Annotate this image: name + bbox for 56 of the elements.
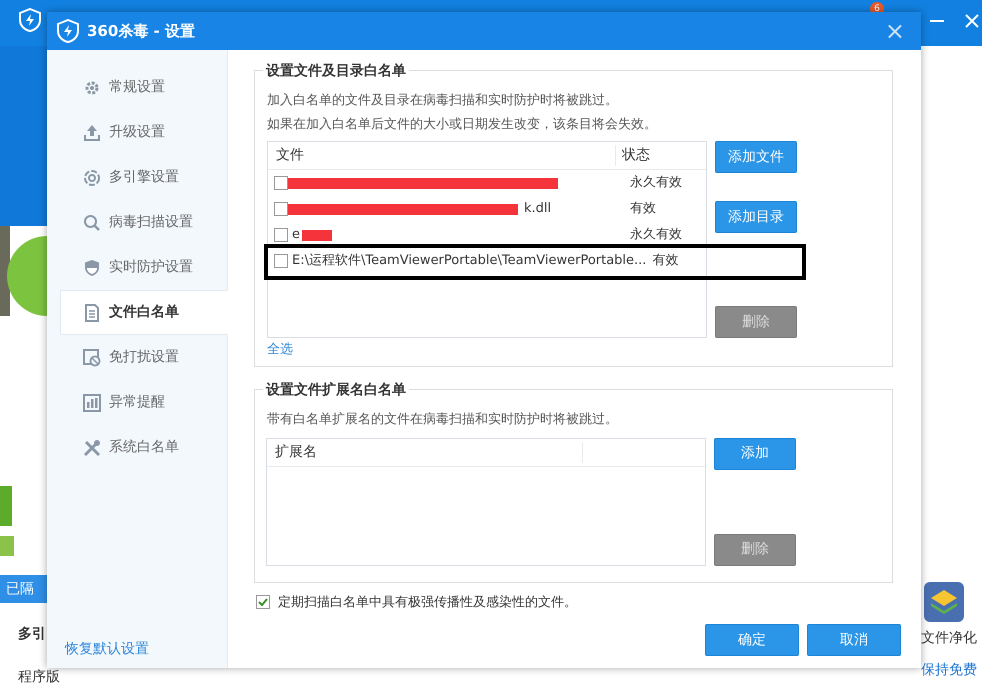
sidebar-item[interactable]: 升级设置 bbox=[60, 110, 227, 155]
shield-icon bbox=[83, 258, 101, 276]
file-path: k.dll bbox=[523, 200, 552, 218]
engine-label: 多引 bbox=[18, 625, 46, 644]
window-title: 360杀毒 - 设置 bbox=[87, 20, 195, 42]
status-text: 有效 bbox=[629, 200, 657, 218]
shield-icon bbox=[19, 8, 41, 32]
sidebar-item[interactable]: 常规设置 bbox=[60, 65, 227, 110]
checkbox[interactable] bbox=[274, 202, 288, 216]
close-button[interactable]: × bbox=[878, 19, 911, 43]
upload-icon bbox=[83, 124, 101, 142]
status-text: 永久有效 bbox=[629, 174, 683, 192]
check-icon bbox=[258, 597, 268, 608]
column-header: 文件 bbox=[268, 145, 616, 166]
layers-icon bbox=[924, 582, 964, 622]
cancel-button[interactable]: 取消 bbox=[807, 624, 901, 656]
tools-icon bbox=[83, 438, 101, 456]
select-all-link[interactable]: 全选 bbox=[267, 340, 293, 360]
sidebar-item[interactable]: 文件白名单 bbox=[60, 290, 228, 335]
status-text: 有效 bbox=[651, 252, 680, 270]
search-icon bbox=[83, 214, 101, 232]
checkbox[interactable] bbox=[274, 254, 288, 268]
sidebar-item[interactable]: 实时防护设置 bbox=[60, 245, 227, 290]
add-file-button[interactable]: 添加文件 bbox=[715, 141, 797, 173]
target-icon bbox=[83, 168, 101, 186]
file-cleanup-label: 文件净化 bbox=[921, 629, 977, 648]
description-text: 加入白名单的文件及目录在病毒扫描和实时防护时将被跳过。 bbox=[267, 92, 619, 110]
sidebar-item[interactable]: 病毒扫描设置 bbox=[60, 200, 227, 245]
shield-icon bbox=[57, 19, 79, 43]
checkbox[interactable] bbox=[256, 595, 270, 610]
document-icon bbox=[83, 304, 101, 322]
sidebar-item[interactable]: 多引擎设置 bbox=[60, 155, 227, 200]
column-header: 状态 bbox=[621, 146, 651, 165]
gear-icon bbox=[83, 78, 101, 96]
description-text: 如果在加入白名单后文件的大小或日期发生改变，该条目将会失效。 bbox=[267, 116, 658, 134]
blocked-window-icon bbox=[83, 348, 101, 366]
checkbox[interactable] bbox=[274, 176, 288, 190]
version-label: 程序版 bbox=[18, 669, 60, 685]
checkbox[interactable] bbox=[274, 228, 288, 242]
sidebar-item[interactable]: 免打扰设置 bbox=[60, 335, 227, 380]
sidebar-item[interactable]: 系统白名单 bbox=[60, 425, 227, 470]
column-header: 扩展名 bbox=[267, 442, 583, 462]
close-icon bbox=[965, 14, 979, 28]
add-folder-button[interactable]: 添加目录 bbox=[715, 201, 797, 233]
file-path: e bbox=[291, 226, 300, 244]
checkbox-label: 定期扫描白名单中具有极强传播性及感染性的文件。 bbox=[278, 594, 577, 612]
ok-button[interactable]: 确定 bbox=[705, 624, 799, 656]
quarantine-tab[interactable]: 已隔 bbox=[0, 575, 47, 603]
bar-chart-icon bbox=[83, 394, 101, 412]
restore-defaults-link[interactable]: 恢复默认设置 bbox=[47, 639, 227, 668]
sidebar-item[interactable]: 异常提醒 bbox=[60, 380, 227, 425]
file-path: E:\运程软件\TeamViewerPortable\TeamViewerPortable... bbox=[291, 252, 646, 270]
add-button[interactable]: 添加 bbox=[714, 438, 796, 470]
description-text: 带有白名单扩展名的文件在病毒扫描和实时防护时将被跳过。 bbox=[267, 410, 619, 428]
status-text: 永久有效 bbox=[629, 226, 683, 244]
upgrade-link[interactable]: 保持免费 bbox=[921, 660, 977, 681]
